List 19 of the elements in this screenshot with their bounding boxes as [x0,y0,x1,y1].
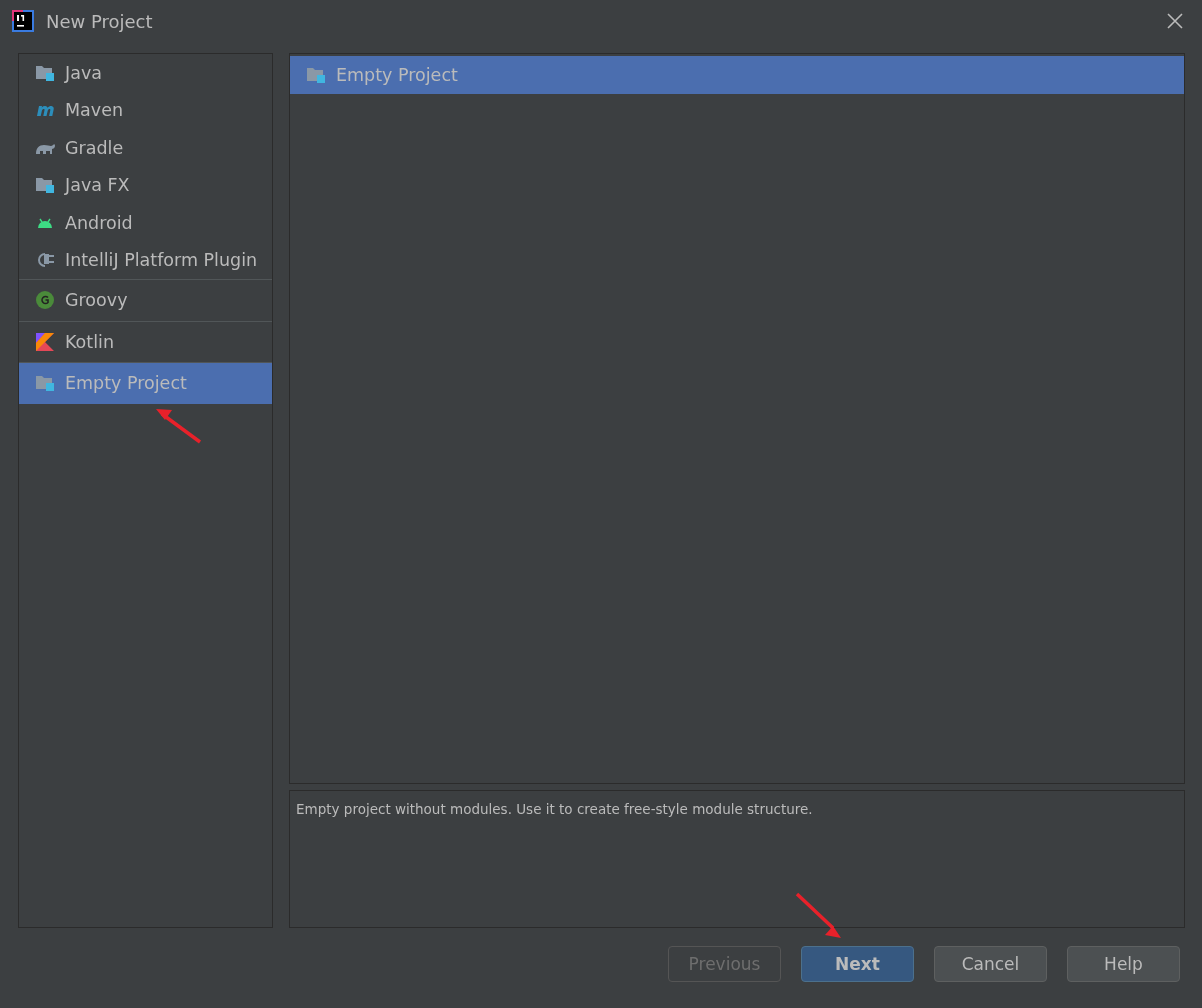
kotlin-icon [35,331,55,352]
sidebar-item[interactable]: Kotlin [19,321,272,362]
dialog-button[interactable]: Next [801,946,914,982]
sidebar-item[interactable]: Java [19,54,272,92]
sidebar-item[interactable]: Maven [19,91,272,129]
app-logo-icon [12,10,34,32]
close-icon[interactable] [1167,13,1183,29]
groovy-icon [35,290,55,311]
sidebar-item[interactable]: Java FX [19,166,272,204]
sidebar-item[interactable]: Groovy [19,280,272,321]
description-text: Empty project without modules. Use it to create free-style module structure. [296,801,813,817]
sidebar-item[interactable]: Gradle [19,129,272,167]
window-title: New Project [46,10,154,32]
folder-icon [35,175,55,196]
dialog-button[interactable]: Cancel [934,946,1047,982]
sidebar-item[interactable]: IntelliJ Platform Plugin [19,241,272,279]
sidebar-item[interactable]: Android [19,204,272,242]
folder-icon [35,373,55,394]
dialog-button[interactable]: Help [1067,946,1180,982]
